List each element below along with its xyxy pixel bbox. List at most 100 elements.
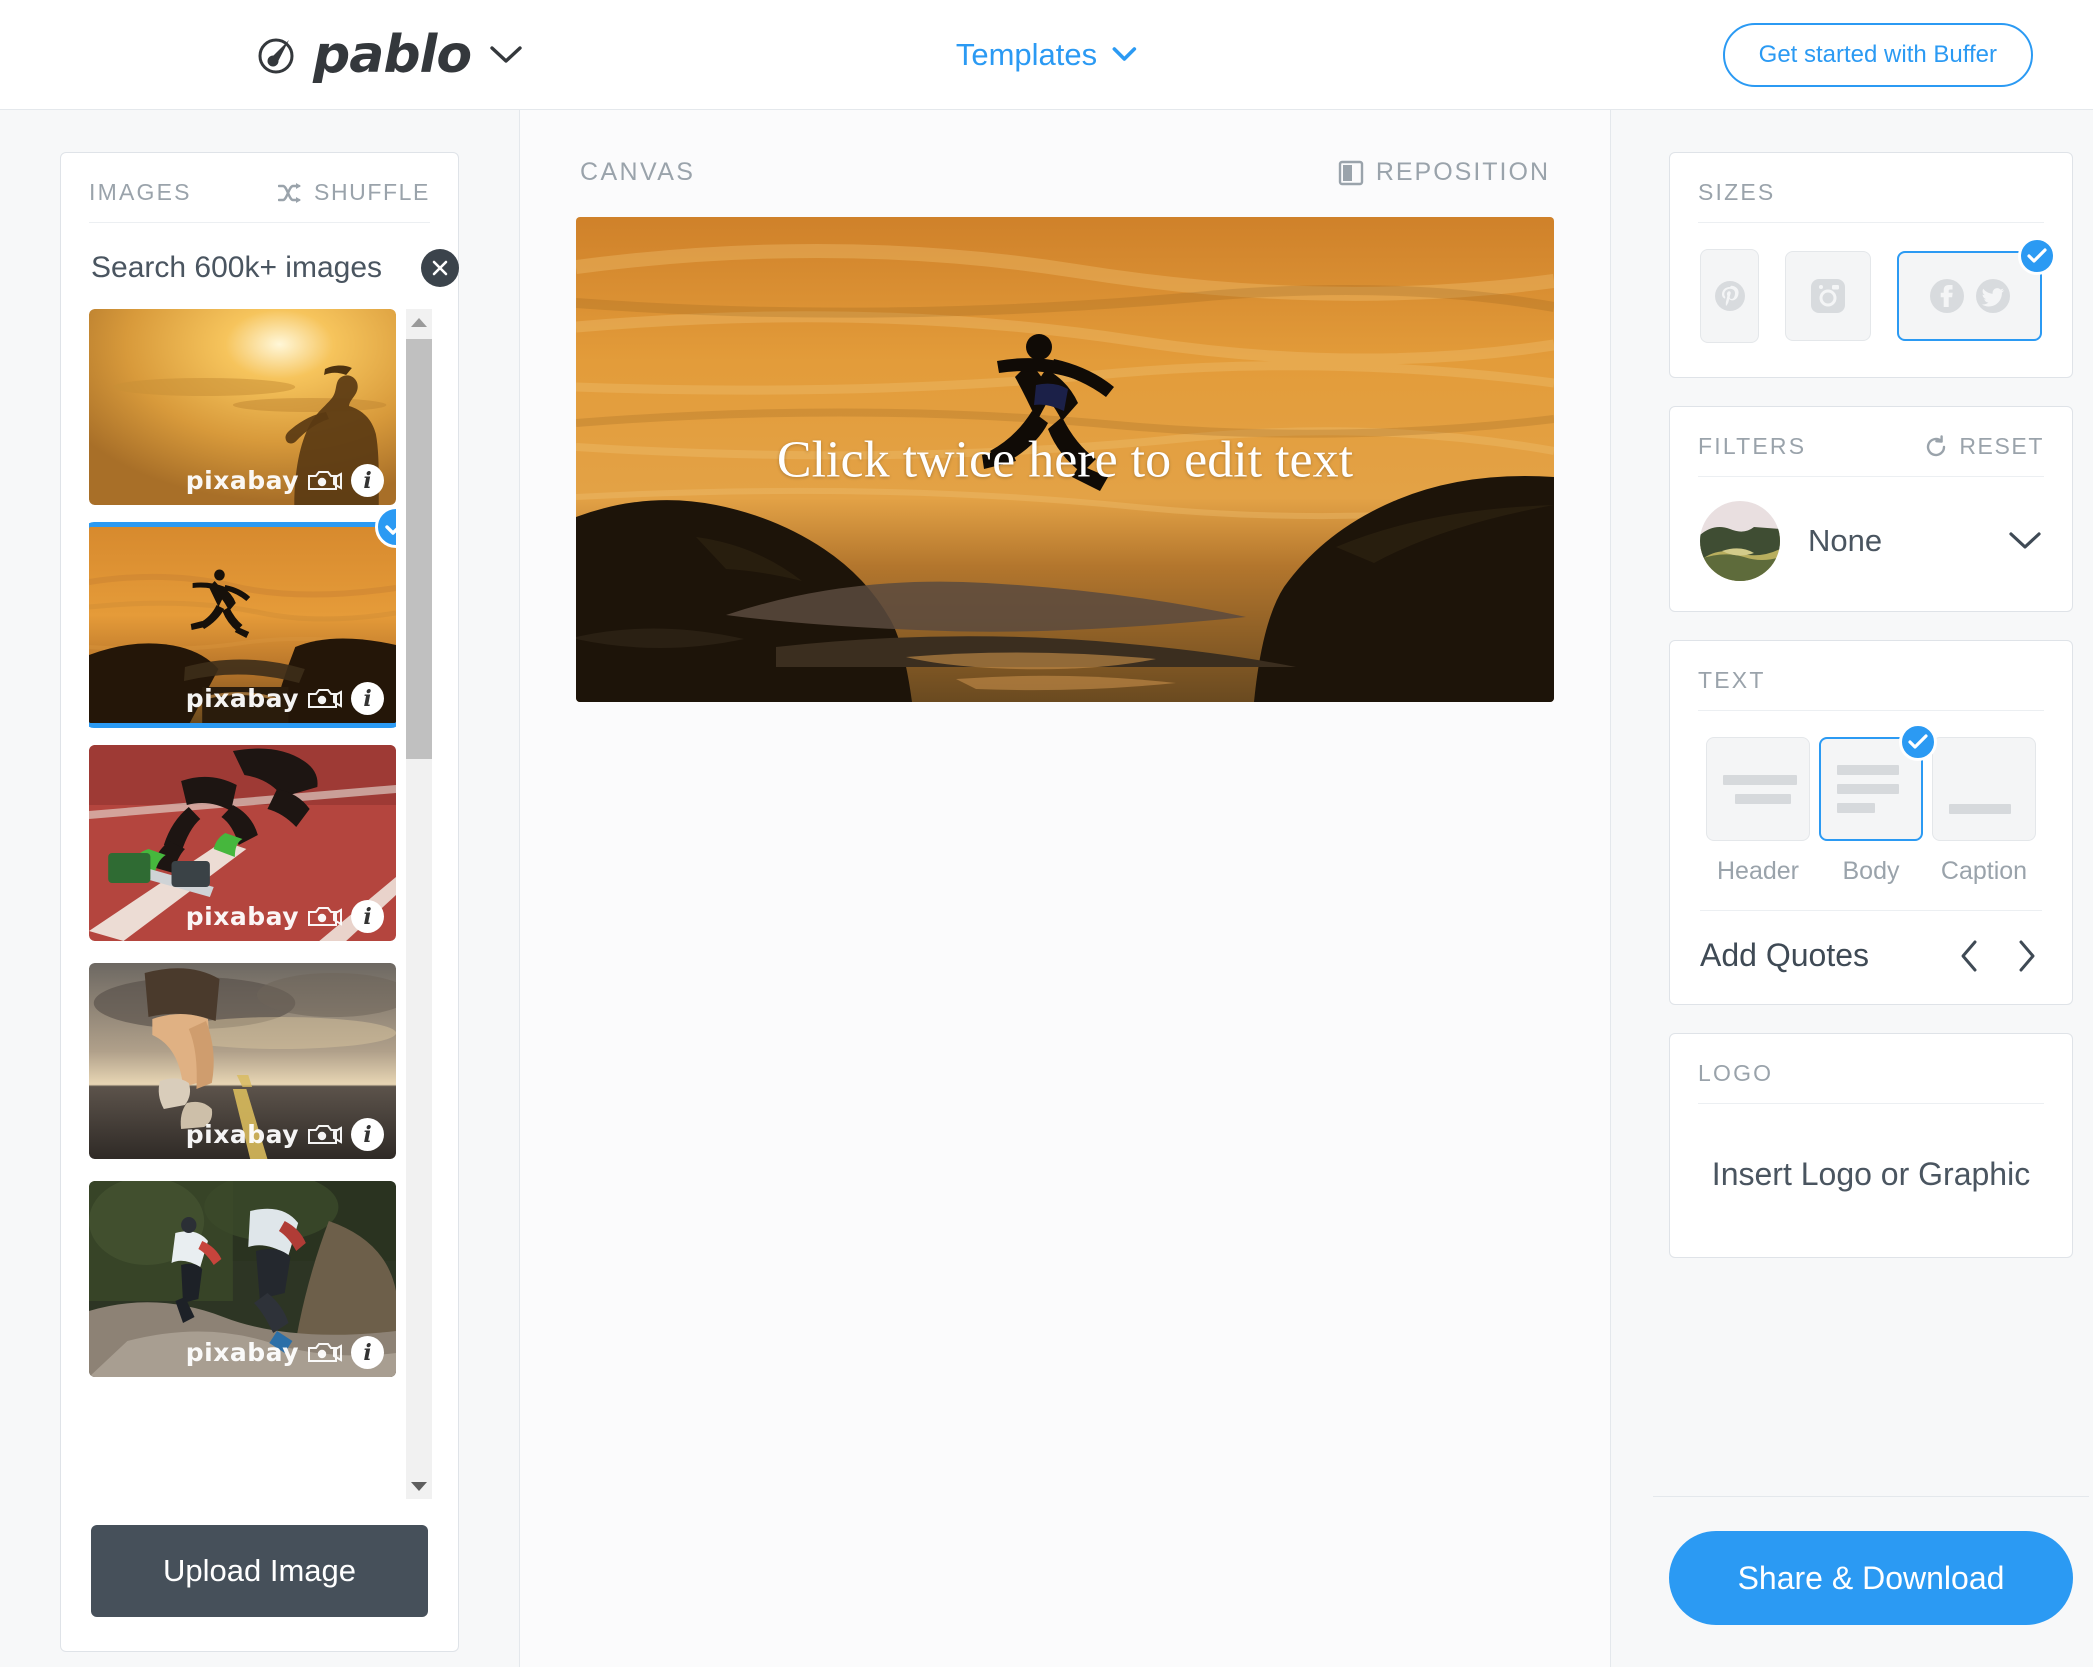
left-column: IMAGES SHUFFLE Search 600k+ images pixab… bbox=[0, 110, 520, 1667]
reset-filters-button[interactable]: RESET bbox=[1923, 433, 2044, 460]
list-item[interactable]: pixabay i bbox=[89, 745, 396, 941]
upload-image-row: Upload Image bbox=[61, 1499, 458, 1651]
text-style-options: Header Body Caption bbox=[1670, 711, 2072, 896]
thumbnail-image bbox=[89, 527, 396, 723]
templates-label: Templates bbox=[955, 36, 1098, 72]
list-item[interactable]: pixabay i bbox=[89, 309, 396, 505]
images-panel-title: IMAGES bbox=[89, 179, 192, 205]
upload-image-button[interactable]: Upload Image bbox=[91, 1525, 428, 1617]
templates-menu[interactable]: Templates bbox=[956, 37, 1137, 73]
insert-logo-dropzone[interactable]: Insert Logo or Graphic bbox=[1670, 1104, 2072, 1257]
shuffle-button[interactable]: SHUFFLE bbox=[278, 179, 430, 206]
search-input[interactable] bbox=[91, 251, 421, 285]
filter-preview-thumbnail bbox=[1700, 501, 1780, 581]
header-style-preview bbox=[1706, 737, 1810, 841]
selected-check-icon bbox=[2018, 237, 2056, 275]
size-options bbox=[1670, 223, 2072, 377]
triangle-up-icon[interactable] bbox=[406, 309, 432, 335]
triangle-down-icon[interactable] bbox=[406, 1473, 432, 1499]
preview-bar bbox=[1837, 784, 1899, 794]
facebook-icon bbox=[1928, 277, 1966, 315]
get-started-button[interactable]: Get started with Buffer bbox=[1722, 22, 2033, 87]
reset-icon bbox=[1923, 434, 1949, 460]
sizes-panel-header: SIZES bbox=[1670, 153, 2072, 222]
preview-bar bbox=[1949, 804, 2011, 814]
add-quotes-row: Add Quotes bbox=[1670, 911, 2072, 1004]
canvas-column: CANVAS REPOSITION Click twice here to ed… bbox=[520, 110, 1611, 1667]
thumbnail-scroll-area: pixabay i pixabay i pixabay i pixabay i … bbox=[61, 309, 458, 1499]
images-panel: IMAGES SHUFFLE Search 600k+ images pixab… bbox=[60, 152, 459, 1652]
logo-panel-title: LOGO bbox=[1698, 1060, 1774, 1086]
chevron-down-icon[interactable] bbox=[2008, 530, 2042, 552]
canvas-title: CANVAS bbox=[580, 158, 696, 186]
instagram-icon bbox=[1808, 276, 1848, 316]
chevron-right-icon[interactable] bbox=[2016, 939, 2038, 973]
right-column: SIZES FILTERS RESET None TEXT Header Bod… bbox=[1611, 110, 2093, 1667]
filter-selector[interactable]: None bbox=[1670, 477, 2072, 611]
preview-bar bbox=[1837, 765, 1899, 775]
text-style-label: Caption bbox=[1940, 857, 2028, 885]
reposition-icon bbox=[1338, 160, 1364, 186]
selected-check-icon bbox=[1899, 723, 1937, 761]
text-panel-header: TEXT bbox=[1670, 641, 2072, 710]
text-style-label: Header bbox=[1717, 857, 1799, 885]
brand-name: pablo bbox=[313, 24, 472, 85]
thumbnail-scrollbar[interactable] bbox=[406, 309, 432, 1499]
filter-selected-name: None bbox=[1808, 523, 1883, 558]
chevron-down-icon[interactable] bbox=[489, 44, 523, 66]
logo-panel-header: LOGO bbox=[1670, 1034, 2072, 1103]
shuffle-icon bbox=[278, 182, 304, 204]
thumbnail-image bbox=[89, 309, 396, 505]
images-panel-header: IMAGES SHUFFLE bbox=[61, 153, 458, 222]
reposition-button[interactable]: REPOSITION bbox=[1338, 158, 1550, 187]
image-search-row bbox=[61, 223, 459, 309]
canvas-header: CANVAS REPOSITION bbox=[576, 158, 1554, 217]
list-item[interactable]: pixabay i bbox=[89, 1181, 396, 1377]
preview-bar bbox=[1723, 774, 1797, 785]
chevron-left-icon[interactable] bbox=[1958, 939, 1980, 973]
text-style-header[interactable]: Header bbox=[1704, 737, 1812, 886]
thumbnail-image bbox=[89, 745, 396, 941]
twitter-icon bbox=[1974, 277, 2012, 315]
thumbnail-list: pixabay i pixabay i pixabay i pixabay i … bbox=[89, 309, 396, 1499]
filters-panel-header: FILTERS RESET bbox=[1670, 407, 2072, 476]
filters-panel-title: FILTERS bbox=[1698, 433, 1807, 459]
caption-style-preview bbox=[1932, 737, 2036, 841]
logo-panel: LOGO Insert Logo or Graphic bbox=[1669, 1033, 2073, 1258]
share-and-download-button[interactable]: Share & Download bbox=[1669, 1531, 2073, 1625]
text-style-body[interactable]: Body bbox=[1817, 723, 1937, 886]
size-option-facebook-twitter[interactable] bbox=[1897, 237, 2056, 341]
text-panel: TEXT Header Body Caption Add Quotes bbox=[1669, 640, 2073, 1005]
list-item[interactable]: pixabay i bbox=[89, 963, 396, 1159]
pablo-circle-brush-icon bbox=[255, 33, 299, 77]
canvas-text[interactable]: Click twice here to edit text bbox=[576, 430, 1554, 489]
filters-panel: FILTERS RESET None bbox=[1669, 406, 2073, 612]
pinterest-icon bbox=[1713, 279, 1747, 313]
sizes-panel: SIZES bbox=[1669, 152, 2073, 378]
size-option-pinterest[interactable] bbox=[1700, 249, 1760, 343]
add-quotes-label: Add Quotes bbox=[1700, 937, 1869, 973]
shuffle-label: SHUFFLE bbox=[314, 179, 430, 205]
sizes-panel-title: SIZES bbox=[1698, 179, 1776, 205]
scrollbar-thumb[interactable] bbox=[406, 339, 432, 759]
app-header: pablo Templates Get started with Buffer bbox=[0, 0, 2093, 110]
thumbnail-image bbox=[89, 1181, 396, 1377]
preview-bar bbox=[1735, 793, 1791, 804]
app-body: IMAGES SHUFFLE Search 600k+ images pixab… bbox=[0, 110, 2093, 1667]
canvas-stage[interactable]: Click twice here to edit text bbox=[576, 217, 1554, 702]
brand-logo[interactable]: pablo bbox=[255, 29, 523, 81]
thumbnail-image bbox=[89, 963, 396, 1159]
reposition-label: REPOSITION bbox=[1375, 158, 1550, 186]
text-style-label: Body bbox=[1842, 857, 1900, 885]
close-icon[interactable] bbox=[421, 249, 459, 287]
list-item[interactable]: pixabay i bbox=[89, 506, 396, 728]
body-style-preview bbox=[1819, 723, 1937, 841]
preview-bar bbox=[1837, 803, 1875, 813]
chevron-down-icon bbox=[1111, 46, 1137, 63]
reset-label: RESET bbox=[1959, 433, 2044, 459]
text-style-caption[interactable]: Caption bbox=[1930, 737, 2038, 886]
size-option-instagram[interactable] bbox=[1785, 251, 1871, 341]
footer-divider bbox=[1653, 1496, 2089, 1497]
text-panel-title: TEXT bbox=[1698, 667, 1766, 693]
insert-logo-label: Insert Logo or Graphic bbox=[1711, 1156, 2031, 1192]
